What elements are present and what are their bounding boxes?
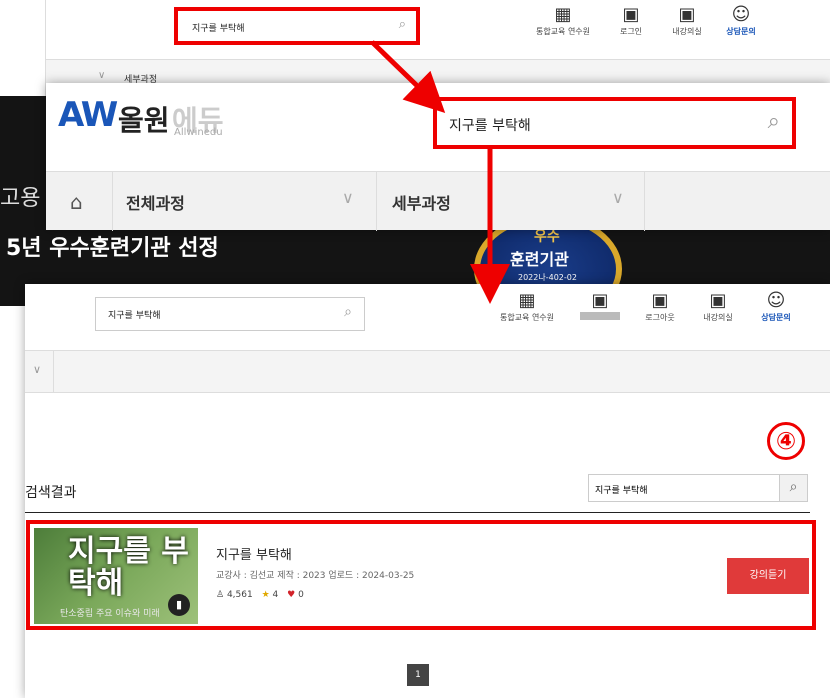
start-lecture-label: 강의듣기 — [749, 570, 787, 581]
logout-link[interactable]: ▣ 로그아웃 — [631, 290, 689, 323]
banner-title: 5년 우수훈련기관 선정 — [6, 236, 219, 261]
nav-divider — [112, 172, 113, 231]
nav-sub-courses[interactable]: 세부과정 — [392, 190, 451, 214]
consult-icon: ☺ — [731, 4, 751, 25]
search-results-page: 지구를 부탁해 ⌕ ▦ 통합교육 연수원 ▣ ▣ 로그아웃 ▣ 내강의실 ☺ 상… — [25, 284, 830, 698]
thumbnail-subtitle: 탄소중립 주요 이슈와 미래 — [60, 609, 160, 619]
user-icon: ▣ — [591, 290, 609, 311]
results-search-value: 지구를 부탁해 — [595, 486, 648, 496]
consult-link[interactable]: ☺ 상담문의 — [712, 4, 770, 37]
views-count: 4,561 — [226, 590, 253, 600]
classroom-link[interactable]: ▣ 내강의실 — [658, 4, 716, 37]
chevron-down-icon[interactable]: ∨ — [612, 188, 624, 207]
search-input[interactable]: 지구를 부탁해 ⌕ — [95, 297, 365, 331]
login-icon: ▣ — [622, 4, 640, 25]
step-number: ④ — [775, 427, 797, 455]
nav-divider — [644, 172, 645, 231]
logout-label: 로그아웃 — [645, 313, 675, 322]
consult-link[interactable]: ☺ 상담문의 — [747, 290, 805, 323]
bookmark-icon[interactable]: ▮ — [168, 594, 190, 616]
course-meta: 교강사 : 김선교 제작 : 2023 업로드 : 2024-03-25 — [216, 571, 415, 581]
logo-name[interactable]: 올원 — [118, 99, 170, 139]
chevron-down-icon[interactable]: ∨ — [33, 363, 41, 376]
results-search-input[interactable]: 지구를 부탁해 ⌕ — [588, 474, 808, 502]
rating-value: 4 — [272, 590, 279, 600]
training-center-link[interactable]: ▦ 통합교육 연수원 — [487, 290, 567, 323]
pagination-page[interactable]: 1 — [407, 664, 429, 686]
nav-all-courses[interactable]: 전체과정 — [126, 190, 185, 214]
search-icon[interactable]: ⌕ — [399, 17, 406, 32]
classroom-label: 내강의실 — [703, 313, 733, 322]
banner-left-text: 고용 — [0, 186, 41, 211]
home-icon[interactable]: ⌂ — [70, 190, 83, 214]
training-center-link[interactable]: ▦ 통합교육 연수원 — [534, 4, 592, 37]
consult-icon: ☺ — [766, 290, 786, 311]
results-heading: 검색결과 — [25, 485, 77, 501]
top-bar: 지구를 부탁해 ⌕ ▦ 통합교육 연수원 ▣ ▣ 로그아웃 ▣ 내강의실 ☺ 상… — [25, 284, 830, 351]
start-lecture-button[interactable]: 강의듣기 — [727, 558, 809, 594]
zoomed-header: AW 올원 에듀 Allwinedu 지구를 부탁해 ⌕ ⌂ 전체과정 ∨ 세부… — [46, 83, 830, 231]
classroom-icon: ▣ — [678, 4, 696, 25]
logo-subtitle: Allwinedu — [174, 127, 223, 138]
search-input-value: 지구를 부탁해 — [449, 118, 531, 134]
search-icon[interactable]: ⌕ — [779, 475, 807, 501]
chevron-down-icon: ∨ — [98, 70, 106, 81]
search-input-zoomed[interactable]: 지구를 부탁해 ⌕ — [433, 97, 796, 149]
results-divider — [25, 512, 810, 513]
user-menu[interactable]: ▣ — [571, 290, 629, 322]
heart-icon: ♥ — [287, 590, 296, 600]
badge-code: 2022나-402-02 — [518, 273, 577, 282]
training-center-icon: ▦ — [554, 4, 572, 25]
page-number: 1 — [415, 670, 421, 680]
step-number-badge: ④ — [767, 422, 805, 460]
classroom-icon: ▣ — [709, 290, 727, 311]
search-input-value: 지구를 부탁해 — [192, 24, 245, 34]
course-stats: ♙ 4,561 ★ 4 ♥ 0 — [216, 590, 304, 600]
training-center-label: 통합교육 연수원 — [535, 27, 591, 36]
sub-nav: ∨ — [25, 351, 830, 393]
consult-label: 상담문의 — [761, 313, 791, 322]
logout-icon: ▣ — [651, 290, 669, 311]
likes-count: 0 — [298, 590, 304, 600]
training-center-label: 통합교육 연수원 — [499, 313, 555, 322]
logo-mark[interactable]: AW — [58, 95, 118, 135]
star-icon: ★ — [261, 590, 270, 600]
search-icon[interactable]: ⌕ — [344, 304, 352, 320]
search-icon[interactable]: ⌕ — [768, 109, 780, 134]
main-nav: ⌂ 전체과정 ∨ 세부과정 ∨ — [46, 171, 830, 231]
nav-divider — [53, 351, 54, 393]
course-thumbnail[interactable]: 지구를 부탁해 탄소중립 주요 이슈와 미래 ▮ — [34, 528, 198, 624]
chevron-down-icon[interactable]: ∨ — [342, 188, 354, 207]
top-bar: 지구를 부탁해 ⌕ ▦ 통합교육 연수원 ▣ 로그인 ▣ 내강의실 ☺ 상담문의 — [46, 0, 830, 60]
classroom-link[interactable]: ▣ 내강의실 — [689, 290, 747, 323]
badge-main-text: 훈련기관 — [510, 250, 569, 269]
login-label: 로그인 — [619, 27, 643, 36]
classroom-label: 내강의실 — [672, 27, 702, 36]
views-icon: ♙ — [216, 590, 225, 600]
consult-label: 상담문의 — [726, 27, 756, 36]
training-center-icon: ▦ — [518, 290, 536, 311]
blurred-username — [580, 312, 620, 320]
search-input-value: 지구를 부탁해 — [108, 311, 161, 321]
result-item[interactable]: 지구를 부탁해 탄소중립 주요 이슈와 미래 ▮ 지구를 부탁해 교강사 : 김… — [26, 520, 816, 630]
nav-divider — [376, 172, 377, 231]
course-title[interactable]: 지구를 부탁해 — [216, 544, 292, 563]
search-input[interactable]: 지구를 부탁해 ⌕ — [174, 7, 420, 45]
login-link[interactable]: ▣ 로그인 — [602, 4, 660, 37]
thumbnail-title: 지구를 부탁해 — [68, 534, 189, 601]
